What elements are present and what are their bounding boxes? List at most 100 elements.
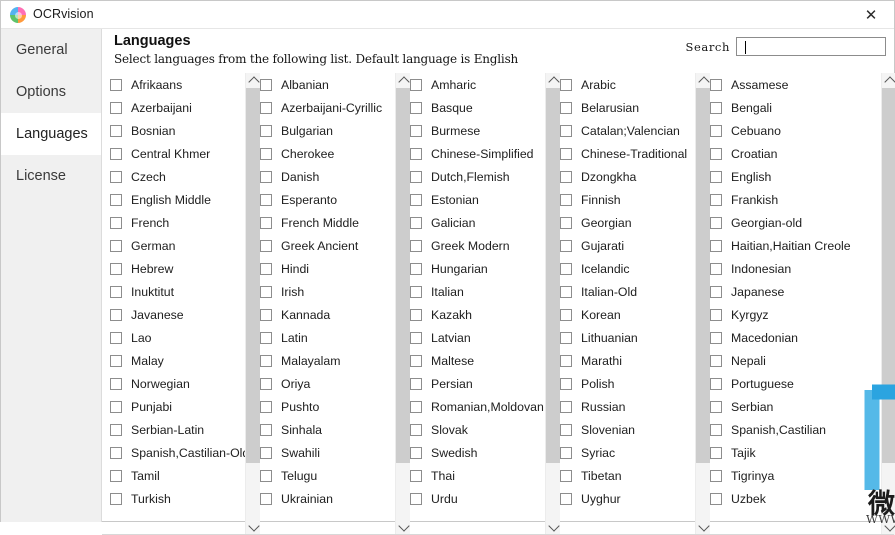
language-row[interactable]: Bulgarian [260,119,394,142]
checkbox-unchecked-icon[interactable] [260,446,272,459]
language-row[interactable]: Punjabi [110,395,244,418]
language-row[interactable]: Serbian [710,395,880,418]
language-row[interactable]: Assamese [710,73,880,96]
checkbox-unchecked-icon[interactable] [110,377,122,390]
language-row[interactable]: Georgian-old [710,211,880,234]
checkbox-unchecked-icon[interactable] [710,469,722,482]
checkbox-unchecked-icon[interactable] [260,400,272,413]
language-row[interactable]: Romanian,Moldovan [410,395,544,418]
checkbox-unchecked-icon[interactable] [410,101,422,114]
language-row[interactable]: Hungarian [410,257,544,280]
language-row[interactable]: French Middle [260,211,394,234]
language-row[interactable]: Frankish [710,188,880,211]
language-row[interactable]: Tamil [110,464,244,487]
sidebar-item-license[interactable]: License [1,155,101,197]
language-row[interactable]: Russian [560,395,694,418]
checkbox-unchecked-icon[interactable] [410,285,422,298]
checkbox-unchecked-icon[interactable] [410,216,422,229]
checkbox-unchecked-icon[interactable] [560,147,572,160]
checkbox-unchecked-icon[interactable] [260,101,272,114]
checkbox-unchecked-icon[interactable] [260,331,272,344]
checkbox-unchecked-icon[interactable] [410,331,422,344]
search-input[interactable] [736,37,886,56]
checkbox-unchecked-icon[interactable] [110,446,122,459]
checkbox-unchecked-icon[interactable] [710,124,722,137]
checkbox-unchecked-icon[interactable] [410,492,422,505]
checkbox-unchecked-icon[interactable] [410,147,422,160]
scrollbar[interactable] [881,73,895,535]
checkbox-unchecked-icon[interactable] [260,147,272,160]
language-row[interactable]: Lao [110,326,244,349]
language-row[interactable]: Indonesian [710,257,880,280]
language-row[interactable]: Amharic [410,73,544,96]
scrollbar[interactable] [545,73,560,535]
checkbox-unchecked-icon[interactable] [110,354,122,367]
language-row[interactable]: Thai [410,464,544,487]
language-row[interactable]: Kyrgyz [710,303,880,326]
checkbox-unchecked-icon[interactable] [110,239,122,252]
checkbox-unchecked-icon[interactable] [560,216,572,229]
language-row[interactable]: Nepali [710,349,880,372]
language-row[interactable]: Telugu [260,464,394,487]
language-row[interactable]: Esperanto [260,188,394,211]
checkbox-unchecked-icon[interactable] [560,193,572,206]
checkbox-unchecked-icon[interactable] [110,262,122,275]
scroll-down-icon[interactable] [246,520,260,535]
checkbox-unchecked-icon[interactable] [260,423,272,436]
language-row[interactable]: Danish [260,165,394,188]
checkbox-unchecked-icon[interactable] [710,308,722,321]
checkbox-unchecked-icon[interactable] [710,78,722,91]
checkbox-unchecked-icon[interactable] [410,239,422,252]
language-row[interactable]: Slovenian [560,418,694,441]
scrollbar-thumb[interactable] [696,88,710,463]
checkbox-unchecked-icon[interactable] [110,193,122,206]
scroll-down-icon[interactable] [396,520,410,535]
language-row[interactable]: Japanese [710,280,880,303]
language-row[interactable]: Albanian [260,73,394,96]
checkbox-unchecked-icon[interactable] [260,124,272,137]
language-row[interactable]: Inuktitut [110,280,244,303]
checkbox-unchecked-icon[interactable] [260,492,272,505]
language-row[interactable]: Afrikaans [110,73,244,96]
checkbox-unchecked-icon[interactable] [710,331,722,344]
sidebar-item-general[interactable]: General [1,29,101,71]
language-row[interactable]: Persian [410,372,544,395]
checkbox-unchecked-icon[interactable] [410,308,422,321]
checkbox-unchecked-icon[interactable] [410,377,422,390]
close-icon[interactable]: ✕ [848,1,894,28]
scroll-up-icon[interactable] [882,73,895,88]
sidebar-item-options[interactable]: Options [1,71,101,113]
checkbox-unchecked-icon[interactable] [410,469,422,482]
language-row[interactable]: Sinhala [260,418,394,441]
language-row[interactable]: Spanish,Castilian-Old [110,441,249,464]
checkbox-unchecked-icon[interactable] [410,400,422,413]
checkbox-unchecked-icon[interactable] [560,446,572,459]
scroll-up-icon[interactable] [396,73,410,88]
language-row[interactable]: Cebuano [710,119,880,142]
language-row[interactable]: Georgian [560,211,694,234]
checkbox-unchecked-icon[interactable] [110,78,122,91]
language-row[interactable]: Pushto [260,395,394,418]
language-row[interactable]: Macedonian [710,326,880,349]
checkbox-unchecked-icon[interactable] [710,239,722,252]
language-row[interactable]: Czech [110,165,244,188]
language-row[interactable]: Syriac [560,441,694,464]
language-row[interactable]: Latin [260,326,394,349]
language-row[interactable]: Azerbaijani-Cyrillic [260,96,394,119]
language-row[interactable]: Greek Ancient [260,234,394,257]
checkbox-unchecked-icon[interactable] [110,170,122,183]
checkbox-unchecked-icon[interactable] [110,101,122,114]
checkbox-unchecked-icon[interactable] [110,147,122,160]
language-row[interactable]: Arabic [560,73,694,96]
checkbox-unchecked-icon[interactable] [260,78,272,91]
language-row[interactable]: Burmese [410,119,544,142]
language-row[interactable]: German [110,234,244,257]
checkbox-unchecked-icon[interactable] [260,262,272,275]
language-row[interactable]: Malayalam [260,349,394,372]
language-row[interactable]: Polish [560,372,694,395]
checkbox-unchecked-icon[interactable] [710,101,722,114]
language-row[interactable]: Swahili [260,441,394,464]
language-row[interactable]: Dzongkha [560,165,694,188]
language-row[interactable]: Catalan;Valencian [560,119,694,142]
checkbox-unchecked-icon[interactable] [560,331,572,344]
